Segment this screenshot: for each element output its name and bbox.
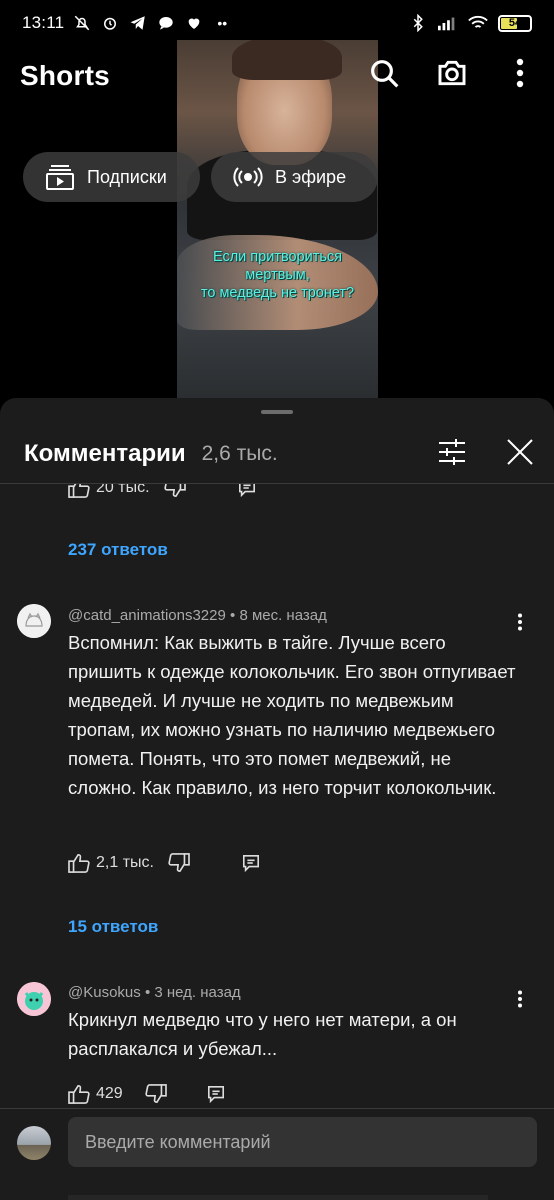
like-count: 20 тыс. [96, 484, 150, 496]
chip-live[interactable]: В эфире [211, 152, 378, 202]
like-count: 2,1 тыс. [96, 854, 154, 871]
thumb-up-icon [68, 853, 90, 873]
thumb-down-icon [168, 853, 190, 873]
reply-button[interactable] [207, 1085, 225, 1103]
comment-composer [0, 1109, 554, 1200]
thumb-down-icon [145, 1084, 167, 1104]
more-notifications-icon: •• [217, 15, 228, 31]
view-replies-link[interactable]: 15 ответов [68, 917, 158, 937]
chat-bubble-icon [156, 13, 176, 33]
signal-icon [438, 13, 458, 33]
reply-button[interactable] [242, 854, 260, 872]
comment-actions: 20 тыс. [68, 484, 256, 498]
status-bar: 13:11 •• 54 [0, 0, 554, 46]
dislike-button[interactable] [145, 1084, 167, 1104]
page-title: Shorts [20, 60, 110, 91]
avatar[interactable] [17, 604, 51, 638]
comments-header: Комментарии 2,6 тыс. [0, 426, 554, 482]
status-system-icons: 54 [408, 13, 532, 33]
reply-comment-icon [242, 854, 259, 872]
comment-author[interactable]: @catd_animations3229 [68, 607, 226, 624]
telegram-icon [128, 13, 148, 33]
comment-time: 3 нед. назад [154, 984, 241, 1001]
thumb-up-icon [68, 484, 90, 498]
comment-meta: @Kusokus • 3 нед. назад [68, 984, 241, 1001]
close-icon [507, 439, 533, 465]
filter-icon [439, 439, 465, 465]
comment-actions: 429 [68, 1084, 225, 1104]
search-icon [371, 60, 399, 88]
close-button[interactable] [502, 434, 538, 470]
like-count: 429 [96, 1085, 123, 1102]
chip-label: В эфире [275, 166, 347, 187]
comment-actions: 2,1 тыс. [68, 853, 260, 873]
dislike-button[interactable] [163, 484, 186, 498]
wifi-icon [468, 13, 488, 33]
avatar[interactable] [17, 982, 51, 1016]
more-vert-icon [516, 58, 524, 88]
bottom-bar [68, 1195, 488, 1200]
drag-handle[interactable] [261, 410, 293, 414]
camera-icon [438, 60, 466, 86]
reply-button[interactable] [238, 484, 256, 497]
thumb-up-icon [68, 1084, 90, 1104]
like-button[interactable]: 2,1 тыс. [68, 853, 154, 873]
reply-comment-icon [238, 484, 255, 497]
comment-input[interactable] [68, 1117, 537, 1167]
search-button[interactable] [366, 55, 402, 91]
comment-text: Крикнул медведю что у него нет матери, а… [68, 1009, 457, 1059]
comments-list[interactable]: 20 тыс. 237 ответов @catd_animations3229… [0, 484, 554, 1108]
comments-title: Комментарии [24, 440, 186, 467]
comments-sheet: Комментарии 2,6 тыс. 20 тыс. 237 ответов [0, 398, 554, 1200]
video-caption: Если притвориться мертвым, то медведь не… [200, 249, 355, 301]
comments-count: 2,6 тыс. [201, 442, 278, 465]
comment-text: Вспомнил: Как выжить в тайге. Лучше всег… [68, 632, 516, 798]
subscriptions-icon [46, 165, 74, 190]
thumb-down-icon [163, 484, 186, 498]
status-time: 13:11 [22, 13, 65, 32]
comment-time: 8 мес. назад [239, 607, 327, 624]
like-button[interactable]: 429 [68, 1084, 123, 1104]
alarm-icon [100, 13, 120, 33]
comment-author[interactable]: @Kusokus [68, 984, 141, 1001]
status-notification-icons: •• [72, 13, 232, 33]
battery-level: 54 [508, 17, 522, 29]
chip-label: Подписки [87, 166, 167, 187]
filter-button[interactable] [434, 434, 470, 470]
heart-icon [184, 13, 204, 33]
live-icon [233, 167, 263, 187]
chip-subscriptions[interactable]: Подписки [23, 152, 200, 202]
more-options-button[interactable] [502, 55, 538, 91]
short-video-preview[interactable]: Если притвориться мертвым, то медведь не… [177, 40, 378, 398]
camera-button[interactable] [434, 55, 470, 91]
bluetooth-icon [408, 13, 428, 33]
my-avatar [17, 1126, 51, 1160]
battery-indicator: 54 [498, 14, 532, 32]
comment-meta: @catd_animations3229 • 8 мес. назад [68, 607, 327, 624]
like-button[interactable]: 20 тыс. [68, 484, 150, 498]
dislike-button[interactable] [168, 853, 190, 873]
mute-icon [72, 13, 92, 33]
reply-comment-icon [207, 1085, 224, 1103]
view-replies-link[interactable]: 237 ответов [68, 540, 168, 560]
